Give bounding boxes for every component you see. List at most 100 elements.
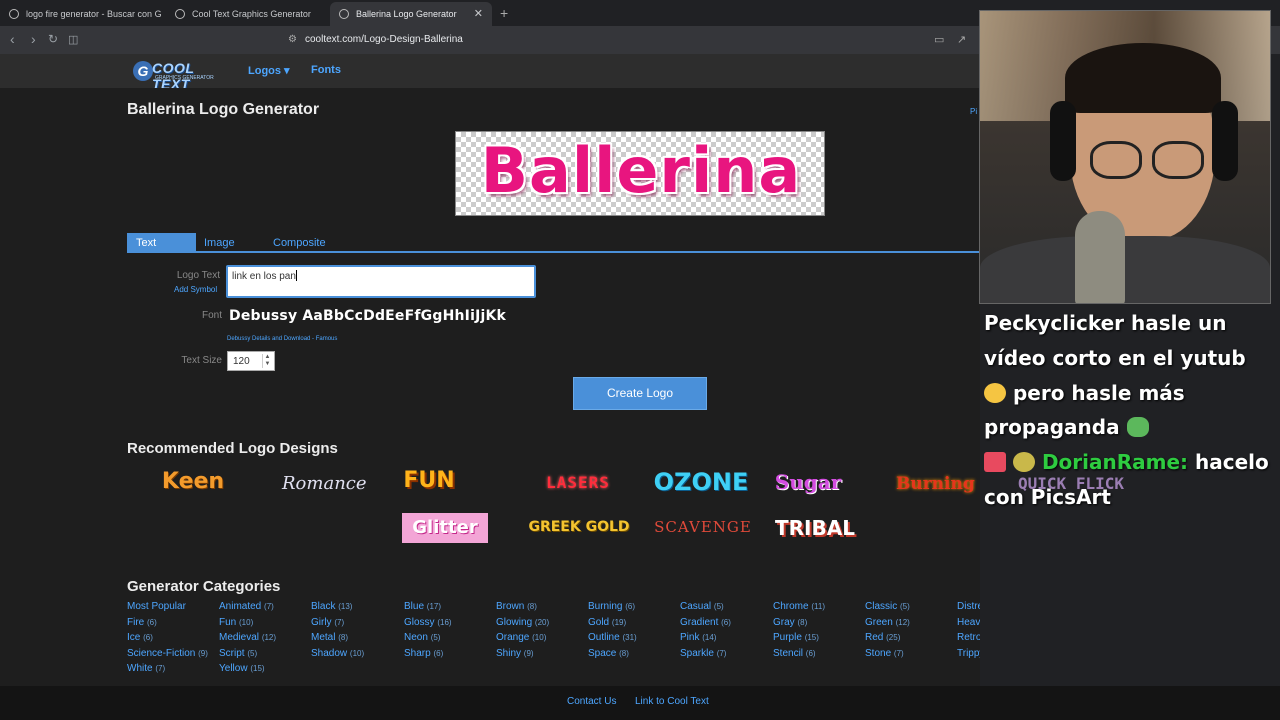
category-link[interactable]: Glowing (20) xyxy=(496,617,588,633)
design-fun[interactable]: FUN xyxy=(402,468,456,493)
category-link[interactable]: Gold (19) xyxy=(588,617,680,633)
category-link[interactable]: Space (8) xyxy=(588,648,680,664)
category-link[interactable]: Burning (6) xyxy=(588,601,680,617)
category-link[interactable]: Girly (7) xyxy=(311,617,403,633)
design-romance[interactable]: Romance xyxy=(282,473,367,494)
category-link[interactable]: Orange (10) xyxy=(496,632,588,648)
browser-tab[interactable]: logo fire generator - Buscar con Goo xyxy=(0,2,162,26)
category-link[interactable]: Chrome (11) xyxy=(773,601,865,617)
category-link[interactable]: Classic (5) xyxy=(865,601,957,617)
site-info-icon[interactable]: ⚙ xyxy=(288,34,297,45)
category-link[interactable]: Neon (5) xyxy=(404,632,496,648)
new-tab-icon[interactable]: + xyxy=(500,5,508,21)
category-link[interactable]: Black (13) xyxy=(311,601,403,617)
category-name: Blue xyxy=(404,601,425,612)
category-name: Science-Fiction xyxy=(127,647,196,659)
text-caret xyxy=(295,270,297,281)
category-link[interactable]: Red (25) xyxy=(865,632,957,648)
design-burning[interactable]: Burning xyxy=(896,474,975,494)
category-link[interactable]: Glossy (16) xyxy=(404,617,496,633)
category-link[interactable]: Pink (14) xyxy=(680,632,772,648)
category-count: (8) xyxy=(338,633,349,643)
contact-us-link[interactable]: Contact Us xyxy=(567,696,616,707)
category-column: Blue (17) Glossy (16) Neon (5) Sharp (6) xyxy=(404,601,496,663)
tab-title: logo fire generator - Buscar con Goo xyxy=(26,9,162,19)
category-link[interactable]: Yellow (15) xyxy=(219,663,311,679)
category-link[interactable]: Shadow (10) xyxy=(311,648,403,664)
category-link[interactable]: Retro (7) xyxy=(957,632,980,648)
category-link[interactable]: Stone (7) xyxy=(865,648,957,664)
category-link[interactable]: Purple (15) xyxy=(773,632,865,648)
address-bar[interactable]: ⚙ cooltext.com/Logo-Design-Ballerina ▭ ↗ xyxy=(280,29,980,51)
tab-image[interactable]: Image xyxy=(195,233,235,253)
category-link[interactable]: Fun (10) xyxy=(219,617,311,633)
category-link[interactable]: Ice (6) xyxy=(127,632,219,648)
category-link[interactable]: Medieval (12) xyxy=(219,632,311,648)
category-link[interactable]: Gray (8) xyxy=(773,617,865,633)
design-greek-gold[interactable]: GREEK GOLD xyxy=(526,519,632,535)
add-symbol-link[interactable]: Add Symbol xyxy=(174,285,217,294)
badge-icon xyxy=(984,452,1006,473)
create-logo-button[interactable]: Create Logo xyxy=(573,377,707,410)
category-link[interactable]: Trippy (5) xyxy=(957,648,980,664)
design-lasers[interactable]: LASERS xyxy=(526,473,630,492)
link-to-cooltext[interactable]: Link to Cool Text xyxy=(635,696,709,707)
cooltext-logo[interactable]: G COOL TEXT GRAPHICS GENERATOR xyxy=(133,59,229,92)
category-link[interactable]: Heavy (19) xyxy=(957,617,980,633)
category-name: Burning xyxy=(588,601,623,612)
browser-tab-active[interactable]: Ballerina Logo Generator ✕ xyxy=(330,2,492,26)
category-link[interactable]: Sharp (6) xyxy=(404,648,496,664)
logo-text-value: link en los pan xyxy=(232,271,296,282)
category-link[interactable]: Script (5) xyxy=(219,648,311,664)
category-link[interactable]: Shiny (9) xyxy=(496,648,588,664)
category-link[interactable]: Outline (31) xyxy=(588,632,680,648)
sidebar-icon[interactable]: ◫ xyxy=(68,33,78,46)
glasses-left xyxy=(1090,141,1142,179)
cast-icon[interactable]: ▭ xyxy=(934,33,944,46)
category-link[interactable]: Most Popular xyxy=(127,601,219,617)
browser-tab[interactable]: Cool Text Graphics Generator xyxy=(166,2,328,26)
design-keen[interactable]: Keen xyxy=(160,469,226,494)
font-selector[interactable]: Debussy AaBbCcDdEeFfGgHhIiJjKk xyxy=(229,308,506,324)
category-link[interactable]: Blue (17) xyxy=(404,601,496,617)
font-details-link[interactable]: Debussy Details and Download - Famous xyxy=(227,336,337,342)
category-link[interactable]: Sparkle (7) xyxy=(680,648,772,664)
category-name: Sharp xyxy=(404,647,431,659)
right-edge-link[interactable]: Pi xyxy=(970,107,977,116)
category-link[interactable]: Gradient (6) xyxy=(680,617,772,633)
category-link[interactable]: Stencil (6) xyxy=(773,648,865,664)
streamer-shirt xyxy=(980,236,1270,303)
design-ozone[interactable]: OZONE xyxy=(650,468,752,496)
tab-composite[interactable]: Composite xyxy=(264,233,326,253)
text-size-input[interactable]: 120 ▲ ▼ xyxy=(227,351,275,371)
close-tab-icon[interactable]: ✕ xyxy=(474,7,483,20)
preview-word: Ballerina xyxy=(480,134,802,207)
category-link[interactable]: Casual (5) xyxy=(680,601,772,617)
category-link[interactable]: Metal (8) xyxy=(311,632,403,648)
reload-icon[interactable]: ↻ xyxy=(48,32,58,46)
nav-logos[interactable]: Logos ▾ xyxy=(248,64,290,77)
category-link[interactable]: Fire (6) xyxy=(127,617,219,633)
tab-text[interactable]: Text xyxy=(127,233,196,253)
category-link[interactable]: Animated (7) xyxy=(219,601,311,617)
chat-username: DorianRame: xyxy=(1041,450,1189,475)
logo-text-input[interactable]: link en los pan xyxy=(226,265,536,298)
category-column: Burning (6) Gold (19) Outline (31) Space (8… xyxy=(588,601,680,663)
category-link[interactable]: Brown (8) xyxy=(496,601,588,617)
forward-icon[interactable]: › xyxy=(31,31,36,47)
logo-preview: Ballerina xyxy=(455,131,825,216)
category-link[interactable]: White (7) xyxy=(127,663,219,679)
category-name: Fun xyxy=(219,616,237,628)
design-sugar[interactable]: Sugar xyxy=(774,470,842,494)
design-scavenge[interactable]: SCAVENGE xyxy=(651,518,755,536)
category-link[interactable]: Science-Fiction (9) xyxy=(127,648,219,664)
category-link[interactable]: Green (12) xyxy=(865,617,957,633)
design-tribal[interactable]: TRIBAL xyxy=(775,516,855,540)
spinner-icon[interactable]: ▲ ▼ xyxy=(262,354,272,368)
category-link[interactable]: Distressed (22) xyxy=(957,601,980,617)
category-count: (13) xyxy=(338,602,353,611)
design-glitter[interactable]: Glitter xyxy=(402,513,488,543)
back-icon[interactable]: ‹ xyxy=(10,31,15,47)
share-icon[interactable]: ↗ xyxy=(957,33,966,46)
nav-fonts[interactable]: Fonts xyxy=(311,64,341,76)
